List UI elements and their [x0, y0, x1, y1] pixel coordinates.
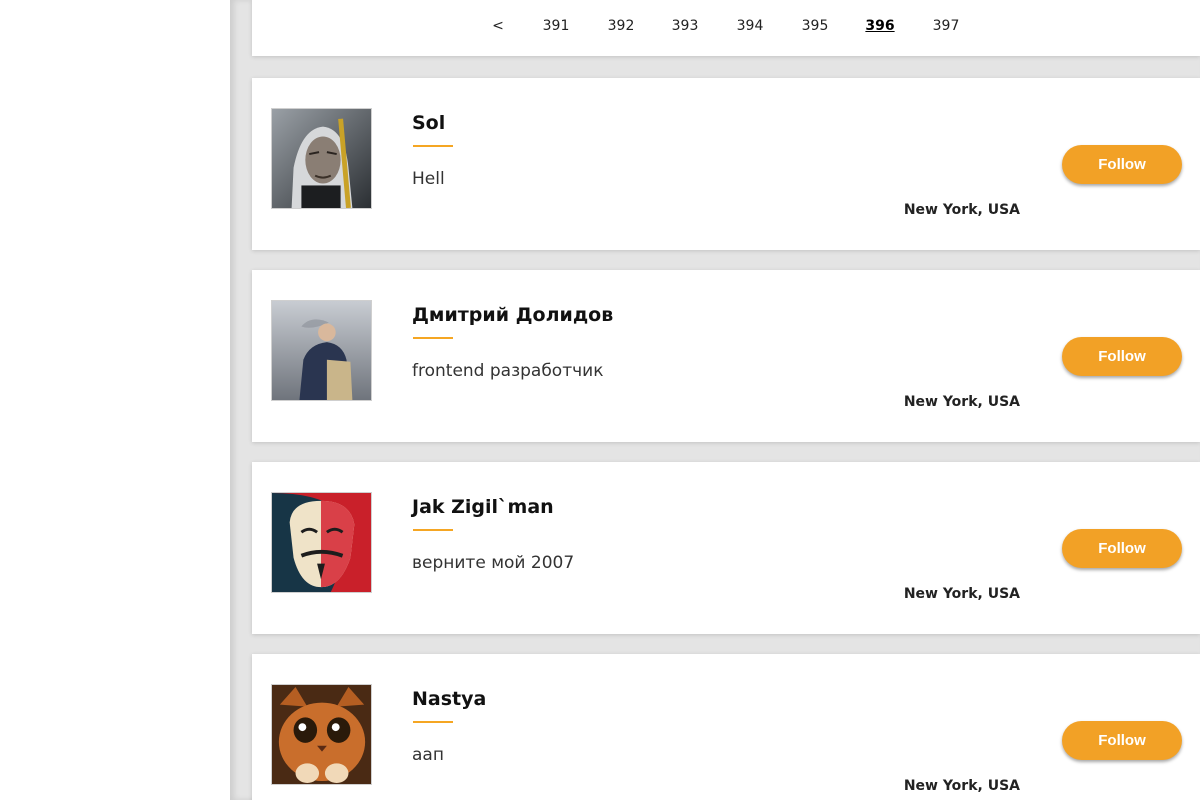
- user-location: New York, USA: [903, 586, 1020, 602]
- pagination-page-392[interactable]: 392: [608, 18, 635, 34]
- pagination-bar: < 391 392 393 394 395 396 397: [252, 0, 1200, 56]
- user-card: Nastya аап New York, USA Follow: [252, 654, 1200, 800]
- name-underline: [413, 337, 453, 339]
- pagination-page-395[interactable]: 395: [802, 18, 829, 34]
- left-sidebar: [0, 0, 230, 800]
- user-location: New York, USA: [903, 202, 1020, 218]
- name-underline: [413, 721, 453, 723]
- users-page: < 391 392 393 394 395 396 397 Sol Hell N…: [0, 0, 1200, 800]
- user-name[interactable]: Jak Zigil`man: [412, 496, 554, 518]
- user-card: Дмитрий Долидов frontend разработчик New…: [252, 270, 1200, 442]
- user-card: Sol Hell New York, USA Follow: [252, 78, 1200, 250]
- user-status: аап: [412, 745, 444, 765]
- user-location: New York, USA: [903, 394, 1020, 410]
- follow-button[interactable]: Follow: [1062, 721, 1182, 760]
- guy-fawkes-mask-icon[interactable]: [271, 492, 372, 593]
- user-name[interactable]: Дмитрий Долидов: [412, 304, 613, 326]
- user-card: Jak Zigil`man верните мой 2007 New York,…: [252, 462, 1200, 634]
- user-name[interactable]: Sol: [412, 112, 445, 134]
- user-location: New York, USA: [903, 778, 1020, 794]
- name-underline: [413, 529, 453, 531]
- witcher-portrait-icon[interactable]: [271, 108, 372, 209]
- name-underline: [413, 145, 453, 147]
- pagination-page-394[interactable]: 394: [737, 18, 764, 34]
- user-status: frontend разработчик: [412, 361, 604, 381]
- user-status: Hell: [412, 169, 445, 189]
- follow-button[interactable]: Follow: [1062, 145, 1182, 184]
- pagination-page-393[interactable]: 393: [672, 18, 699, 34]
- pagination-page-current[interactable]: 396: [865, 18, 894, 34]
- puss-in-boots-cat-icon[interactable]: [271, 684, 372, 785]
- user-status: верните мой 2007: [412, 553, 575, 573]
- man-photo-outdoor-icon[interactable]: [271, 300, 372, 401]
- follow-button[interactable]: Follow: [1062, 529, 1182, 568]
- follow-button[interactable]: Follow: [1062, 337, 1182, 376]
- pagination-prev-button[interactable]: <: [492, 18, 504, 34]
- pagination-page-391[interactable]: 391: [543, 18, 570, 34]
- user-name[interactable]: Nastya: [412, 688, 486, 710]
- pagination-page-397[interactable]: 397: [933, 18, 960, 34]
